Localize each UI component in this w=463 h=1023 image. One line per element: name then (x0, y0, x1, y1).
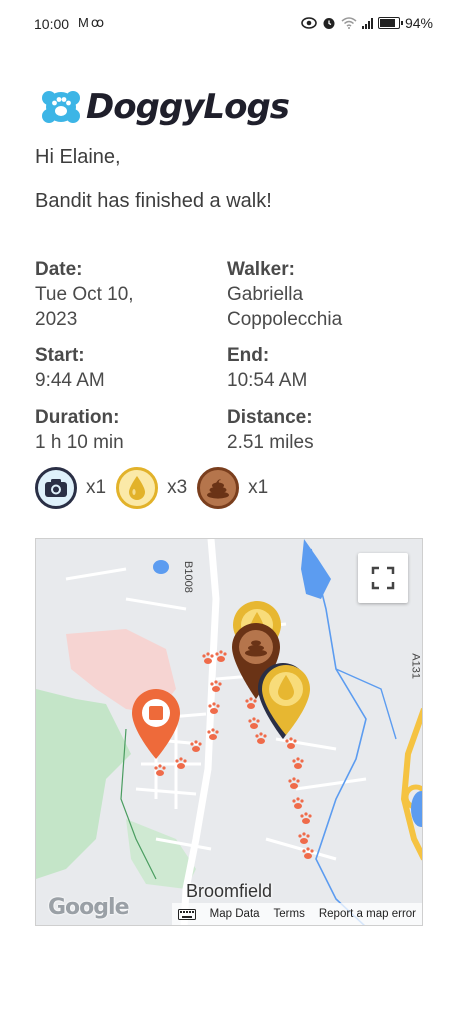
camera-icon (35, 467, 77, 509)
doggylogs-logo: DoggyLogs (40, 86, 290, 128)
activity-counters: x1 x3 x1 (35, 467, 278, 509)
status-bar: 10:00 Mꝏ 94% (0, 0, 463, 50)
walk-message: Bandit has finished a walk! (35, 190, 272, 212)
end-block: End: 10:54 AM (227, 344, 417, 393)
poop-count: x1 (248, 477, 269, 498)
road-label-b1008: B1008 (182, 561, 194, 593)
terms-link[interactable]: Terms (274, 908, 305, 920)
road-label-a131: A131 (410, 653, 422, 679)
poop-icon (197, 467, 240, 509)
pee-icon (116, 467, 159, 509)
mail-icon: M (78, 15, 91, 30)
walker-block: Walker: Gabriella Coppolecchia (227, 258, 437, 332)
road-a131 (400, 707, 422, 861)
report-map-error-link[interactable]: Report a map error (319, 908, 416, 920)
start-value: 9:44 AM (35, 370, 105, 391)
fullscreen-button[interactable] (358, 553, 408, 603)
walker-value-line1: Gabriella (227, 284, 304, 305)
wifi-icon (341, 17, 357, 29)
photo-count: x1 (86, 477, 107, 498)
end-label: End: (227, 345, 270, 366)
fullscreen-icon (371, 566, 395, 590)
walk-map[interactable]: B1008 A131 Broomfield Google Map Data Te… (35, 538, 423, 926)
status-right: 94% (301, 15, 433, 31)
distance-value: 2.51 miles (227, 432, 314, 453)
duration-block: Duration: 1 h 10 min (35, 406, 225, 455)
duration-value: 1 h 10 min (35, 432, 124, 453)
paw-icon (42, 91, 80, 123)
alarm-icon (323, 18, 335, 29)
keyboard-icon[interactable] (177, 908, 196, 920)
status-notification-icons: Mꝏ (78, 15, 106, 31)
pee-marker-2[interactable] (260, 663, 312, 737)
walker-label: Walker: (227, 259, 295, 280)
start-label: Start: (35, 345, 85, 366)
road-b1008 (180, 539, 220, 925)
start-marker[interactable] (130, 687, 182, 761)
distance-label: Distance: (227, 407, 313, 428)
walker-value-line2: Coppolecchia (227, 309, 343, 330)
end-value: 10:54 AM (227, 370, 308, 391)
date-block: Date: Tue Oct 10, 2023 (35, 258, 225, 332)
start-block: Start: 9:44 AM (35, 344, 225, 393)
pee-count: x3 (167, 477, 188, 498)
park-area (36, 689, 131, 879)
signal-icon (361, 17, 373, 29)
river (310, 548, 367, 925)
date-label: Date: (35, 259, 83, 280)
date-value-line2: 2023 (35, 309, 78, 330)
battery-icon (377, 17, 403, 29)
map-footer: Map Data Terms Report a map error (171, 903, 422, 925)
eye-icon (301, 17, 317, 29)
greeting: Hi Elaine, (35, 146, 121, 168)
distance-block: Distance: 2.51 miles (227, 406, 417, 455)
voicemail-icon: ꝏ (90, 15, 107, 30)
google-logo: Google (48, 895, 129, 920)
brand-name: DoggyLogs (86, 87, 290, 127)
map-data-link[interactable]: Map Data (210, 908, 260, 920)
duration-label: Duration: (35, 407, 120, 428)
date-value-line1: Tue Oct 10, (35, 284, 134, 305)
status-time: 10:00 (34, 16, 70, 32)
battery-percent: 94% (404, 15, 433, 31)
